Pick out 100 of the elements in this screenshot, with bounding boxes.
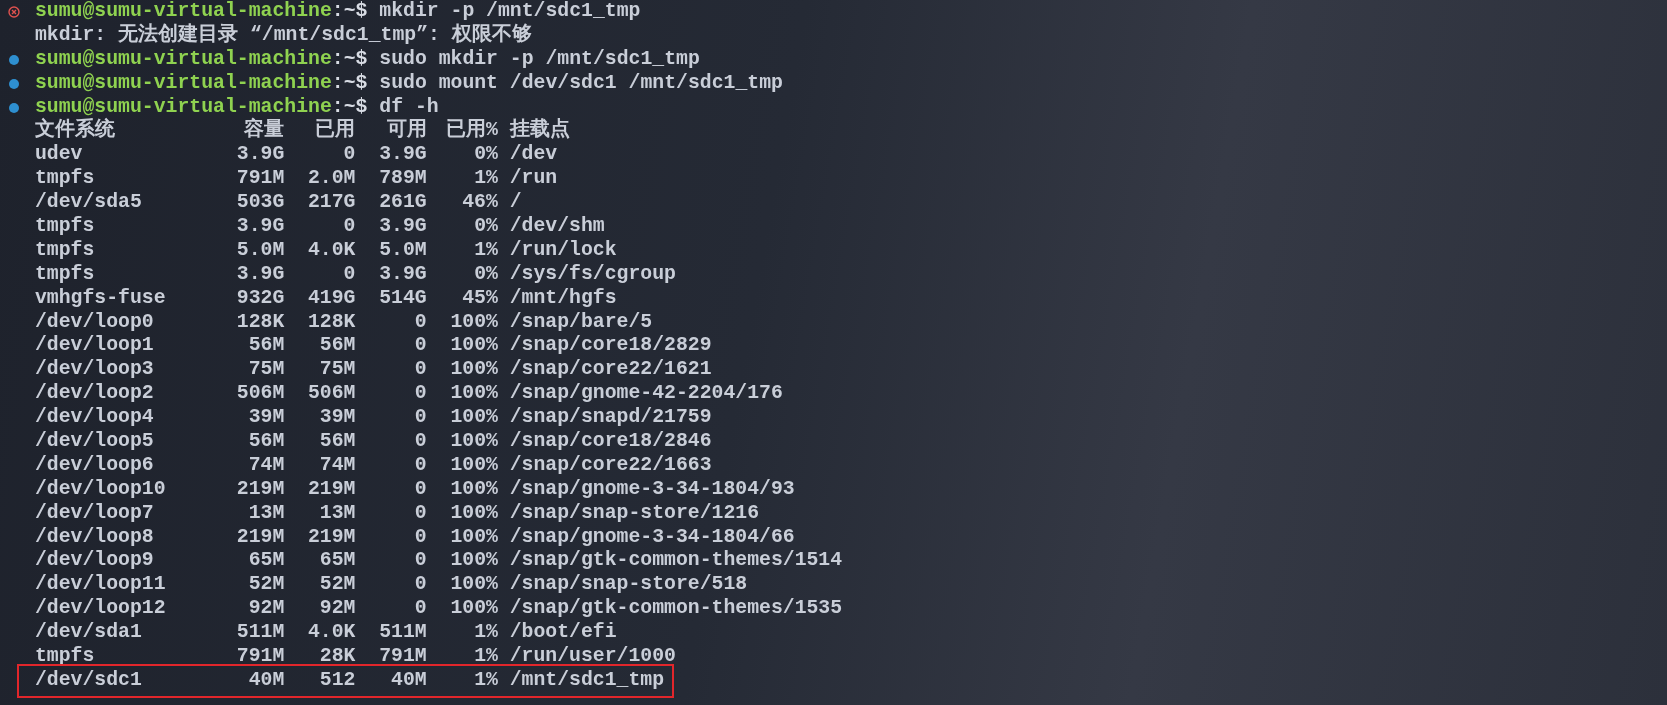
table-cell-text: 219M [235,525,285,550]
table-cell-text: 0 [413,382,427,407]
table-cell-text: 13M [247,501,285,526]
table-cell: /snap/bare/5 [509,310,653,335]
table-cell: /snap/core22/1663 [509,453,712,478]
table-cell-text: /dev/loop11 [35,573,167,598]
table-cell-text: tmpfs [35,167,96,192]
command-text: sudo mkdir -p /mnt/sdc1_tmp [379,47,700,70]
table-cell-text: 74M [247,453,285,478]
table-cell-text: 39M [247,406,285,431]
table-cell-text: tmpfs [35,262,96,287]
table-cell-text: 219M [235,477,285,502]
table-cell: / [509,191,522,215]
table-cell-text: 0 [413,358,427,383]
table-cell-text: 514G [378,286,427,311]
table-cell-text: /dev/loop3 [35,358,155,383]
table-cell-text: 3.9G [235,262,285,287]
table-cell-text: 3.9G [235,215,285,239]
table-cell: /snap/snap-store/1216 [509,501,760,526]
table-cell-text: 0% [473,215,498,239]
table-cell-text: 1% [473,167,498,192]
table-cell-text: 46% [461,191,498,215]
table-cell-text: 932G [235,286,285,311]
prompt-user-host: sumu@sumu-virtual-machine [35,95,332,118]
table-cell-text: 56M [247,430,285,454]
table-cell-text: /dev/sda1 [35,621,143,646]
table-cell-text: /dev/loop7 [35,501,155,526]
table-cell-text: 100% [449,573,498,598]
table-cell-text: 40M [390,668,427,693]
table-cell: /snap/snap-store/518 [509,573,748,598]
table-cell-text: 0 [413,310,427,335]
table-cell-text: 100% [449,382,498,407]
table-cell: /mnt/sdc1_tmp [509,668,665,693]
table-cell-text: 100% [449,453,498,478]
table-cell-text: 100% [449,477,498,502]
table-cell: /run/lock [509,238,617,263]
table-cell-text: /dev/loop8 [35,525,155,550]
table-cell-text: 506M [235,382,285,407]
column-header: 可用 [385,119,427,144]
column-header: 挂载点 [509,119,570,144]
table-cell: /mnt/hgfs [509,286,617,311]
table-cell-text: 52M [318,573,356,598]
output-text: mkdir: 无法创建目录 “/mnt/sdc1_tmp”: 权限不够 [35,23,532,46]
prompt-path: :~$ [331,95,368,118]
table-cell-text: 503G [235,191,285,215]
prompt-path: :~$ [331,0,368,22]
table-cell-text: 40M [247,668,285,693]
table-cell-text: 56M [318,334,356,359]
table-cell: /snap/gtk-common-themes/1535 [509,597,843,622]
table-cell-text: 4.0K [307,238,356,263]
table-cell: /dev/shm [509,215,605,239]
table-cell: /snap/core18/2846 [509,430,712,454]
table-cell-text: 217G [307,191,356,215]
table-cell-text: /dev/loop0 [35,310,155,335]
table-cell-text: 512 [318,668,356,693]
table-cell: /snap/gnome-3-34-1804/66 [509,525,795,550]
table-cell-text: 100% [449,310,498,335]
table-cell-text: 1% [473,668,498,693]
column-header: 已用 [314,119,356,144]
column-header: 文件系统 [35,119,116,144]
table-cell: /run/user/1000 [509,645,676,669]
table-cell-text: 0 [342,143,356,168]
table-cell-text: udev [35,143,84,168]
table-cell-text: 219M [307,477,356,502]
table-cell-text: 1% [473,645,498,669]
table-cell: /snap/core18/2829 [509,334,712,359]
table-cell-text: 419G [307,286,356,311]
table-cell-text: 4.0K [307,621,356,646]
table-cell-text: 3.9G [378,143,427,168]
table-cell: /snap/core22/1621 [509,358,712,383]
table-cell-text: 791M [235,645,285,669]
table-cell-text: 511M [378,621,427,646]
prompt-path: :~$ [331,71,368,94]
table-cell-text: /dev/sda5 [35,191,143,215]
table-cell-text: 2.0M [307,167,356,192]
table-cell-text: 219M [307,525,356,550]
table-cell: /run [509,167,558,192]
table-cell-text: /dev/loop2 [35,382,155,407]
command-text: df -h [379,95,439,118]
table-cell-text: 56M [318,430,356,454]
command-text: sudo mount /dev/sdc1 /mnt/sdc1_tmp [379,71,783,94]
prompt-user-host: sumu@sumu-virtual-machine [35,71,332,94]
column-header: 容量 [243,119,285,144]
table-cell-text: 45% [461,286,498,311]
table-cell-text: 3.9G [378,215,427,239]
table-cell-text: 1% [473,238,498,263]
table-cell-text: /dev/loop5 [35,430,155,454]
table-cell-text: 0 [342,215,356,239]
table-cell-text: 56M [247,334,285,359]
table-cell-text: 0 [413,477,427,502]
table-cell-text: 0 [413,597,427,622]
table-cell-text: 52M [247,573,285,598]
table-cell-text: 75M [247,358,285,383]
table-cell-text: /dev/loop4 [35,406,155,431]
table-cell-text: /dev/loop10 [35,477,167,502]
table-cell-text: 3.9G [235,143,285,168]
table-cell: /snap/snapd/21759 [509,406,712,431]
table-cell-text: 100% [449,597,498,622]
table-cell-text: tmpfs [35,215,96,239]
table-cell-text: 791M [378,645,427,669]
